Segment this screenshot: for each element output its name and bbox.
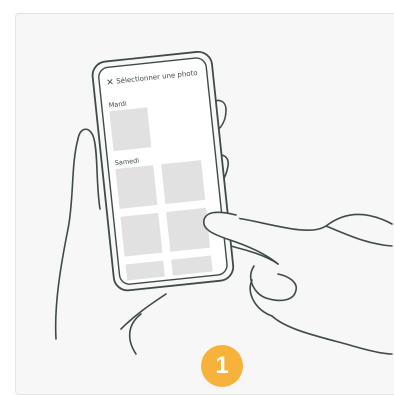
phone: ✕ Sélectionner une photo Mardi Samedi bbox=[91, 50, 235, 292]
left-hand-outline bbox=[54, 138, 79, 340]
photo-thumbnail bbox=[120, 212, 163, 257]
right-hand-lower bbox=[271, 315, 393, 355]
photo-thumbnail bbox=[115, 165, 158, 209]
left-palm-lower bbox=[120, 293, 167, 330]
close-icon: ✕ bbox=[106, 78, 115, 89]
photo-thumbnail bbox=[166, 207, 211, 252]
right-knuckle-1 bbox=[250, 265, 298, 302]
photo-thumbnail bbox=[161, 160, 206, 205]
step-number-badge: 1 bbox=[201, 345, 243, 387]
hand-phone-illustration: ✕ Sélectionner une photo Mardi Samedi bbox=[54, 50, 393, 355]
right-hand-upper bbox=[325, 225, 393, 247]
step-card: ✕ Sélectionner une photo Mardi Samedi bbox=[15, 13, 394, 395]
photo-thumbnail bbox=[109, 107, 152, 152]
left-thumb-outline bbox=[77, 128, 101, 210]
